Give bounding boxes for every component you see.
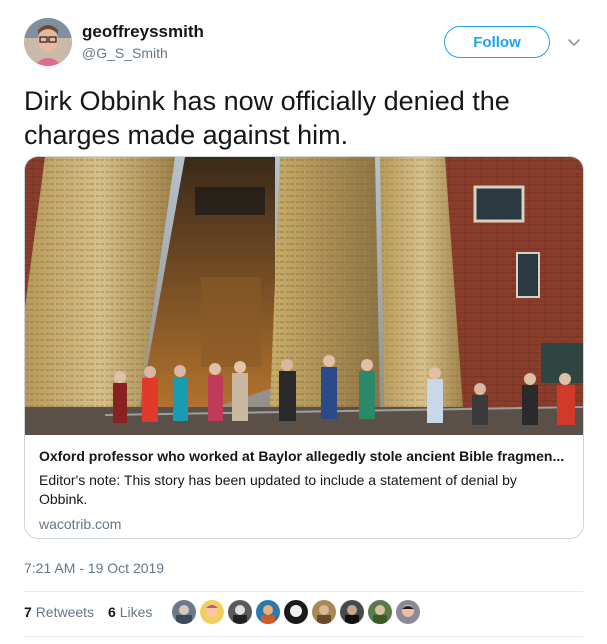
retweets-count: 7 [24,604,32,620]
liker-avatars [172,600,420,624]
tweet-stats: 7 Retweets 6 Likes [24,604,152,620]
card-image[interactable] [25,157,583,435]
liker-avatar[interactable] [368,600,392,624]
liker-avatar[interactable] [340,600,364,624]
liker-avatar[interactable] [228,600,252,624]
tweet-text: Dirk Obbink has now officially denied th… [24,86,510,150]
likes-label: Likes [119,604,153,620]
liker-avatar[interactable] [172,600,196,624]
card-title[interactable]: Oxford professor who worked at Baylor al… [39,447,569,465]
author-avatar[interactable] [24,18,72,66]
likes-count: 6 [108,604,116,620]
card-text[interactable]: Oxford professor who worked at Baylor al… [39,447,569,533]
card-description: Editor's note: This story has been updat… [39,472,517,507]
tweet-timestamp[interactable]: 7:21 AM - 19 Oct 2019 [24,560,164,576]
liker-avatar[interactable] [284,600,308,624]
link-card[interactable]: Oxford professor who worked at Baylor al… [24,156,584,539]
retweets-label: Retweets [35,604,95,620]
divider [24,591,583,592]
liker-avatar[interactable] [256,600,280,624]
tweet: geoffreyssmith @G_S_Smith Follow Dirk Ob… [0,0,607,644]
author-info[interactable]: geoffreyssmith @G_S_Smith [82,22,204,62]
author-handle[interactable]: @G_S_Smith [82,44,204,62]
liker-avatar[interactable] [396,600,420,624]
follow-button[interactable]: Follow [444,26,550,58]
retweets-stat[interactable]: 7 Retweets [24,604,94,620]
liker-avatar[interactable] [312,600,336,624]
card-domain: wacotrib.com [39,516,122,532]
author-avatar-image [24,18,72,66]
author-display-name[interactable]: geoffreyssmith [82,22,204,42]
chevron-down-icon[interactable] [566,34,582,50]
divider [24,636,583,637]
liker-avatar[interactable] [200,600,224,624]
likes-stat[interactable]: 6 Likes [108,604,152,620]
